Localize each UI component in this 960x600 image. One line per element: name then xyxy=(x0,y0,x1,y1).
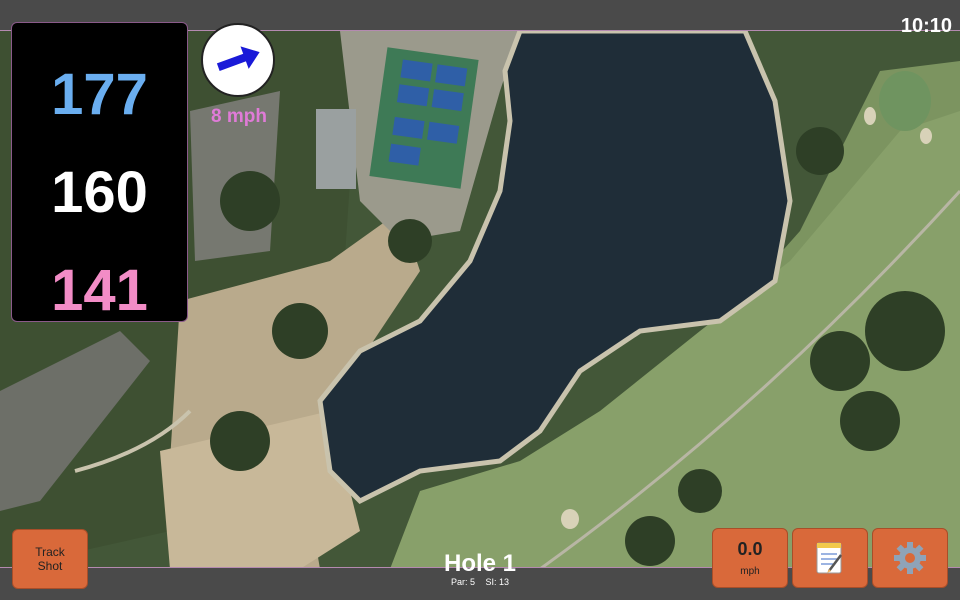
hole-par: Par: 5 xyxy=(450,577,475,587)
settings-button[interactable] xyxy=(872,528,948,588)
distance-middle: 160 xyxy=(51,160,148,225)
speed-unit: mph xyxy=(740,566,760,577)
gear-icon xyxy=(894,542,926,574)
track-shot-button[interactable]: Track Shot xyxy=(12,529,88,589)
speed-button[interactable]: 0.0 mph xyxy=(712,528,788,588)
notepad-icon xyxy=(816,542,842,574)
distance-back: 177 xyxy=(51,62,148,127)
distance-front: 141 xyxy=(51,258,148,323)
speed-value: 0.0 xyxy=(737,539,763,559)
wind-speed: 8 mph xyxy=(211,106,267,127)
track-shot-label: Track Shot xyxy=(35,545,65,573)
clock-time: 10:10 xyxy=(900,15,952,37)
wind-indicator xyxy=(201,23,275,97)
hole-title: Hole 1 xyxy=(443,550,517,577)
hole-meta: Par: 5 SI: 13 xyxy=(380,577,580,587)
notes-button[interactable] xyxy=(792,528,868,588)
arrow-icon xyxy=(216,46,260,71)
hole-si: SI: 13 xyxy=(485,577,510,587)
distance-panel: 177 160 141 xyxy=(11,22,188,322)
